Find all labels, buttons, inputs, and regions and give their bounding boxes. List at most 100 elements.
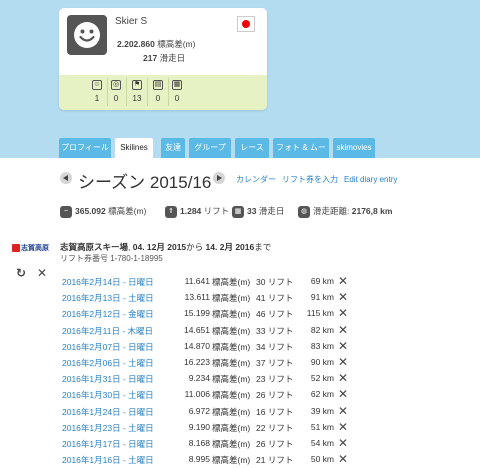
entry-date[interactable]: 2016年1月17日 - 日曜日	[62, 438, 154, 450]
close-icon[interactable]: ✕	[37, 266, 47, 280]
entry-vertical-unit: 標高差(m)	[212, 325, 251, 336]
entry-vertical-unit: 標高差(m)	[212, 341, 251, 352]
refresh-icon[interactable]: ↻	[16, 266, 26, 280]
season-link-2[interactable]: Edit diary entry	[344, 175, 397, 184]
entry-vertical-unit: 標高差(m)	[212, 406, 251, 417]
total-vertical-value: 365.092	[75, 206, 106, 216]
delete-icon[interactable]: ✕	[338, 274, 348, 288]
mini-stat[interactable]: ☺ 1	[88, 80, 106, 103]
season-title: シーズン 2015/16	[78, 173, 212, 192]
lift-icon: ⇑	[165, 205, 177, 218]
total-lifts-value: 1.284	[180, 206, 202, 216]
tab-0[interactable]: プロフィール	[59, 138, 111, 158]
table-row: 2016年1月24日 - 日曜日 6.972 標高差(m) 16 リフト 39 km ✕	[60, 404, 360, 420]
delete-icon[interactable]: ✕	[338, 355, 348, 369]
entry-distance: 82 km	[310, 324, 334, 335]
tab-6[interactable]: skimovies	[333, 138, 375, 158]
japan-flag-icon	[237, 16, 255, 32]
previous-season-icon[interactable]	[60, 172, 72, 184]
delete-icon[interactable]: ✕	[338, 420, 348, 434]
delete-icon[interactable]: ✕	[338, 436, 348, 450]
season-link-1[interactable]: リフト券を入力	[282, 175, 338, 184]
tab-4[interactable]: レース	[235, 138, 269, 158]
mini-stat-value: 13	[132, 94, 142, 103]
total-distance-value: 2176,8 km	[351, 206, 393, 216]
entry-vertical-unit: 標高差(m)	[212, 439, 251, 449]
entry-vertical: 9.234	[188, 373, 210, 384]
entry-date[interactable]: 2016年1月31日 - 日曜日	[62, 373, 154, 385]
entry-vertical: 16.223	[184, 357, 210, 367]
entry-date[interactable]: 2016年2月13日 - 土曜日	[62, 292, 154, 304]
delete-icon[interactable]: ✕	[338, 306, 348, 320]
entry-vertical: 11.641	[184, 276, 210, 286]
total-vertical: ~365.092 標高差(m)	[60, 205, 146, 218]
mini-stat-value: 1	[94, 94, 100, 103]
entry-lifts: 21 リフト	[256, 455, 294, 466]
entry-date[interactable]: 2016年2月12日 - 金曜日	[62, 308, 154, 320]
entry-date[interactable]: 2016年1月16日 - 土曜日	[62, 454, 154, 466]
total-lifts-label: リフト	[203, 206, 230, 216]
entry-distance: 115 km	[306, 308, 334, 319]
globe-icon: ◍	[298, 205, 310, 218]
delete-icon[interactable]: ✕	[338, 323, 348, 337]
mini-stat[interactable]: ⚑ 13	[128, 80, 146, 103]
tab-5[interactable]: フォト & ムービー	[273, 138, 329, 172]
entry-lifts: 34 リフト	[256, 341, 294, 352]
total-distance: ◍ 滑走距離: 2176,8 km	[298, 205, 392, 218]
table-row: 2016年1月31日 - 日曜日 9.234 標高差(m) 23 リフト 52 km ✕	[60, 371, 360, 387]
tab-3[interactable]: グループ	[189, 138, 231, 158]
table-row: 2016年2月13日 - 土曜日 13.611 標高差(m) 41 リフト 91 km ✕	[60, 290, 360, 306]
entry-date[interactable]: 2016年2月11日 - 木曜日	[62, 325, 153, 337]
season-link-0[interactable]: カレンダー	[236, 175, 276, 184]
table-row: 2016年1月16日 - 土曜日 8.995 標高差(m) 21 リフト 50 km ✕	[60, 452, 360, 468]
tab-2[interactable]: 友達	[161, 138, 185, 158]
table-row: 2016年2月11日 - 木曜日 14.651 標高差(m) 33 リフト 82 km ✕	[60, 323, 360, 339]
entry-distance: 50 km	[310, 454, 334, 465]
entry-distance: 83 km	[310, 340, 334, 351]
resort-logo: 志賀高原	[12, 243, 52, 255]
profile-vertical-value: 2.202.860	[117, 39, 155, 49]
entry-distance: 51 km	[310, 421, 334, 432]
mini-stat[interactable]: ◎ 0	[107, 80, 125, 103]
entry-distance: 54 km	[310, 438, 334, 448]
entry-vertical: 14.651	[184, 324, 210, 335]
avatar[interactable]	[67, 15, 107, 55]
mini-stat[interactable]: ▤ 0	[149, 80, 167, 103]
entry-vertical-unit: 標高差(m)	[212, 293, 251, 304]
entry-lifts: 26 リフト	[256, 439, 294, 449]
entry-vertical: 8.168	[188, 438, 210, 448]
entry-date[interactable]: 2016年2月14日 - 日曜日	[62, 276, 154, 288]
resort-name[interactable]: 志賀高原スキー場	[60, 242, 128, 252]
profile-vertical: 2.202.860 標高差(m)	[117, 38, 195, 50]
delete-icon[interactable]: ✕	[338, 452, 348, 466]
delete-icon[interactable]: ✕	[338, 339, 348, 353]
entry-distance: 39 km	[310, 405, 334, 416]
entry-vertical-unit: 標高差(m)	[212, 277, 251, 287]
tab-1[interactable]: Skilines	[115, 138, 153, 158]
resort-date-from: 04. 12月 2015	[132, 242, 187, 252]
entry-date[interactable]: 2016年1月24日 - 日曜日	[62, 406, 154, 418]
entry-date[interactable]: 2016年2月06日 - 土曜日	[62, 357, 154, 369]
flag-icon: ⚑	[132, 80, 142, 90]
entry-date[interactable]: 2016年1月23日 - 土曜日	[62, 422, 154, 434]
delete-icon[interactable]: ✕	[338, 404, 348, 418]
profile-vertical-label: 標高差(m)	[157, 39, 196, 49]
entry-date[interactable]: 2016年1月30日 - 土曜日	[62, 389, 154, 401]
pass-label: リフト券番号	[60, 254, 108, 263]
table-row: 2016年2月07日 - 日曜日 14.870 標高差(m) 34 リフト 83 km ✕	[60, 339, 360, 355]
lift-pass: リフト券番号 1-780-1-18995	[60, 253, 163, 264]
delete-icon[interactable]: ✕	[338, 371, 348, 385]
total-vertical-label: 標高差(m)	[108, 206, 147, 216]
table-row: 2016年1月30日 - 土曜日 11.006 標高差(m) 26 リフト 62 km ✕	[60, 387, 360, 403]
profile-days-label: 滑走日	[159, 53, 186, 63]
next-season-icon[interactable]	[213, 172, 225, 184]
delete-icon[interactable]: ✕	[338, 290, 348, 304]
entry-date[interactable]: 2016年2月07日 - 日曜日	[62, 341, 154, 353]
entry-vertical: 14.870	[184, 340, 210, 351]
entry-vertical-unit: 標高差(m)	[212, 455, 251, 466]
mini-stat-divider	[147, 78, 148, 106]
mini-stat[interactable]: ▦ 0	[168, 80, 186, 103]
delete-icon[interactable]: ✕	[338, 387, 348, 401]
profile-name[interactable]: Skier S	[115, 16, 147, 27]
mini-stat-divider	[126, 78, 127, 106]
